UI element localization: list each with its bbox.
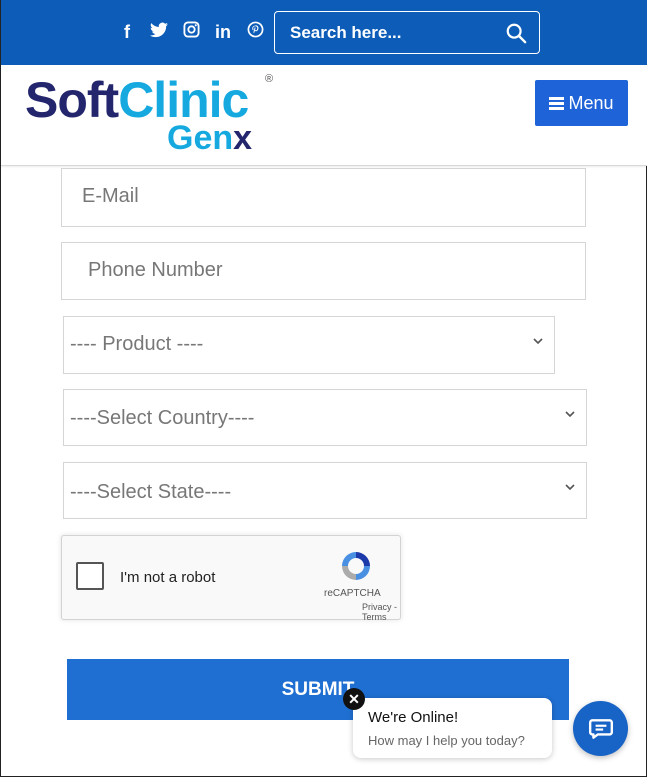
terms-link[interactable]: Terms: [362, 612, 387, 622]
site-header: SoftClinic Genx ® Menu: [1, 65, 647, 166]
twitter-icon[interactable]: [143, 20, 175, 44]
product-selected-value: ---- Product ----: [70, 333, 204, 355]
facebook-icon[interactable]: f: [111, 20, 143, 44]
captcha-label: I'm not a robot: [120, 569, 216, 586]
country-selected-value: ----Select Country----: [70, 407, 255, 429]
instagram-icon[interactable]: [175, 20, 207, 44]
pinterest-icon[interactable]: [239, 20, 271, 44]
chevron-down-icon: [565, 484, 575, 491]
chat-title: We're Online!: [368, 709, 459, 726]
product-select[interactable]: ---- Product ----: [63, 316, 555, 374]
linkedin-icon[interactable]: in: [207, 20, 239, 44]
registered-mark: ®: [265, 73, 274, 85]
logo-gen: Gen: [167, 119, 234, 157]
chat-popup[interactable]: We're Online! How may I help you today?: [353, 698, 552, 758]
phone-placeholder: Phone Number: [88, 259, 223, 281]
top-bar: f in Search here...: [1, 0, 647, 65]
chevron-down-icon: [533, 338, 543, 345]
recaptcha-widget: I'm not a robot reCAPTCHA Privacy - Term…: [61, 535, 401, 622]
close-icon[interactable]: ✕: [343, 688, 365, 710]
search-box[interactable]: Search here...: [274, 11, 540, 54]
recaptcha-logo-icon: [342, 552, 370, 580]
search-input[interactable]: Search here...: [290, 23, 402, 43]
link-separator: -: [391, 602, 398, 612]
softclinic-logo[interactable]: SoftClinic Genx ®: [25, 71, 285, 161]
privacy-link[interactable]: Privacy: [362, 602, 392, 612]
logo-x: x: [233, 119, 253, 157]
state-selected-value: ----Select State----: [70, 481, 232, 503]
menu-button[interactable]: Menu: [535, 80, 628, 126]
search-icon[interactable]: [505, 22, 527, 44]
recaptcha-links: Privacy - Terms: [362, 602, 400, 622]
chat-subtitle: How may I help you today?: [368, 733, 525, 748]
email-placeholder: E-Mail: [82, 185, 139, 207]
social-links: f in: [111, 20, 271, 44]
country-select[interactable]: ----Select Country----: [63, 389, 587, 446]
phone-field[interactable]: Phone Number: [61, 242, 586, 300]
hamburger-icon: [549, 95, 565, 112]
captcha-checkbox[interactable]: [76, 562, 104, 590]
chevron-down-icon: [565, 411, 575, 418]
state-select[interactable]: ----Select State----: [63, 462, 587, 519]
menu-label: Menu: [568, 92, 614, 113]
recaptcha-brand: reCAPTCHA: [324, 588, 381, 599]
chat-icon: [588, 719, 614, 739]
logo-soft: Soft: [25, 72, 119, 128]
email-field[interactable]: E-Mail: [61, 168, 586, 227]
chat-launcher-button[interactable]: [573, 701, 628, 756]
